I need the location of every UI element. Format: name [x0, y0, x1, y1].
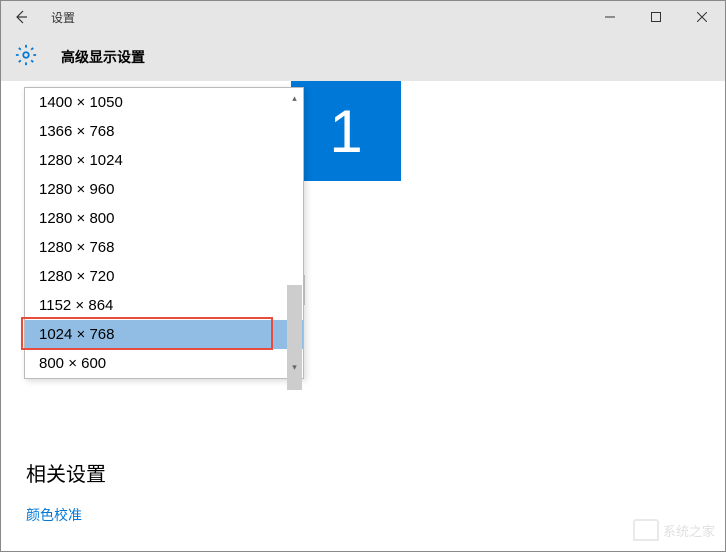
close-icon — [697, 12, 707, 22]
resolution-option[interactable]: 1280 × 800 — [25, 204, 303, 233]
content-area: 1 1400 × 10501366 × 7681280 × 10241280 ×… — [1, 81, 725, 551]
related-title: 相关设置 — [26, 458, 106, 487]
scroll-up-arrow-icon[interactable]: ▴ — [286, 90, 303, 107]
scroll-down-arrow-icon[interactable]: ▾ — [286, 359, 303, 376]
maximize-icon — [651, 12, 661, 22]
resolution-option[interactable]: 1400 × 1050 — [25, 88, 303, 117]
maximize-button[interactable] — [633, 1, 679, 33]
gear-icon — [15, 44, 37, 71]
watermark-text: 系统之家 — [663, 521, 715, 540]
color-calibration-link[interactable]: 颜色校准 — [26, 505, 106, 525]
back-arrow-icon — [13, 9, 29, 25]
related-settings-section: 相关设置 颜色校准 — [26, 458, 106, 525]
resolution-dropdown[interactable]: 1400 × 10501366 × 7681280 × 10241280 × 9… — [24, 87, 304, 379]
page-title: 高级显示设置 — [61, 47, 145, 67]
titlebar-left: 设置 — [1, 7, 75, 27]
resolution-option[interactable]: 1280 × 960 — [25, 175, 303, 204]
dropdown-scrollbar[interactable]: ▴ ▾ — [286, 90, 303, 376]
resolution-option[interactable]: 1280 × 720 — [25, 262, 303, 291]
back-button[interactable] — [11, 7, 31, 27]
titlebar: 设置 — [1, 1, 725, 33]
minimize-icon — [605, 12, 615, 22]
page-header: 高级显示设置 — [1, 33, 725, 81]
minimize-button[interactable] — [587, 1, 633, 33]
watermark: 系统之家 — [633, 519, 715, 541]
resolution-option[interactable]: 1366 × 768 — [25, 117, 303, 146]
resolution-option[interactable]: 1280 × 768 — [25, 233, 303, 262]
resolution-option[interactable]: 1280 × 1024 — [25, 146, 303, 175]
window-title: 设置 — [51, 9, 75, 26]
resolution-option[interactable]: 800 × 600 — [25, 349, 303, 378]
watermark-house-icon — [633, 519, 659, 541]
window-controls — [587, 1, 725, 33]
monitor-preview[interactable]: 1 — [291, 81, 401, 181]
resolution-option[interactable]: 1152 × 864 — [25, 291, 303, 320]
close-button[interactable] — [679, 1, 725, 33]
resolution-option[interactable]: 1024 × 768 — [25, 320, 303, 349]
monitor-number: 1 — [329, 97, 362, 166]
